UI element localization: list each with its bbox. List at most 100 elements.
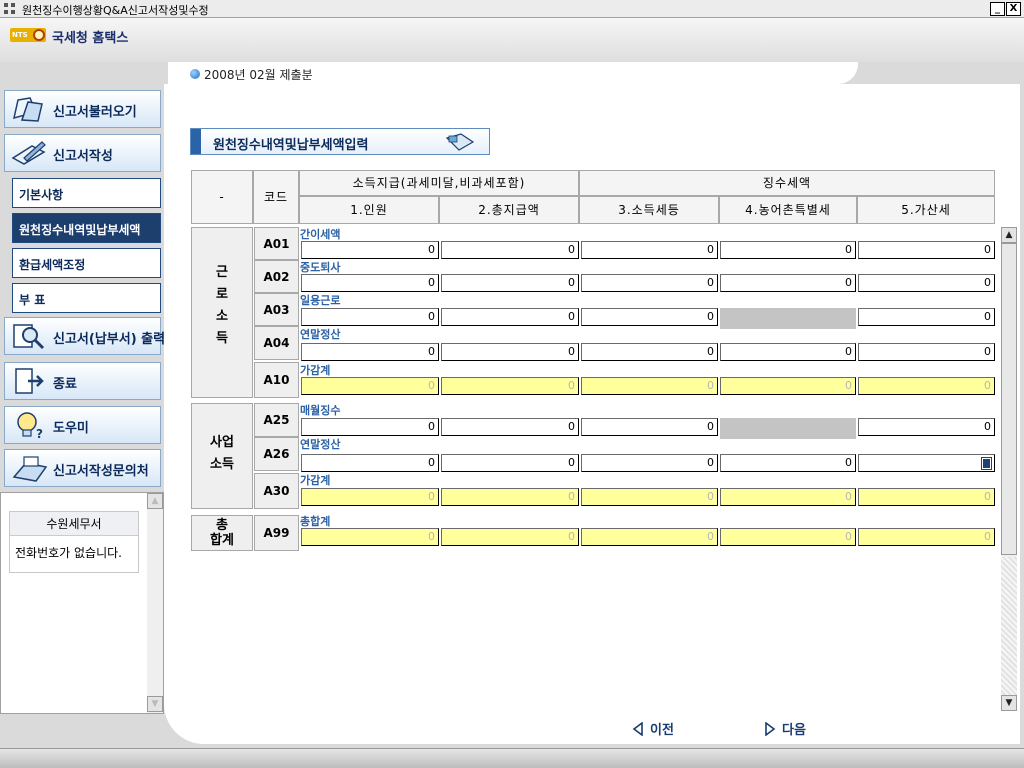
sub-nav-refund[interactable]: 환급세액조정 xyxy=(12,248,161,278)
table-scroll-up-button[interactable]: ▲ xyxy=(1001,227,1017,243)
a30-total-payment-sum: 0 xyxy=(441,488,579,506)
a03-rural-tax-field-disabled xyxy=(720,308,856,329)
code-cell: A03 xyxy=(254,293,299,326)
group-labor-char: 근 xyxy=(216,265,228,280)
a04-penalty-field[interactable]: 0 xyxy=(858,343,995,361)
code-cell: A01 xyxy=(254,227,299,260)
a04-total-payment-field[interactable]: 0 xyxy=(441,343,579,361)
nav-exit-button[interactable]: 종료 xyxy=(4,362,161,400)
a10-income-tax-sum: 0 xyxy=(581,377,718,395)
a25-income-tax-field[interactable]: 0 xyxy=(581,418,718,436)
table-scroll-thumb[interactable] xyxy=(1001,243,1017,555)
a02-headcount-field[interactable]: 0 xyxy=(301,274,439,292)
group-labor-char: 로 xyxy=(216,287,228,302)
code-cell: A10 xyxy=(254,362,299,398)
a02-total-payment-field[interactable]: 0 xyxy=(441,274,579,292)
a04-rural-tax-field[interactable]: 0 xyxy=(720,343,856,361)
a01-rural-tax-field[interactable]: 0 xyxy=(720,241,856,259)
row-label: 연말정산 xyxy=(300,328,341,341)
row-label: 가감계 xyxy=(300,364,331,377)
pen-write-icon xyxy=(11,141,46,165)
app-header: NTS 국세청 홈택스 xyxy=(0,18,1024,62)
group-business-line2: 소득 xyxy=(210,457,234,472)
section-title-bar xyxy=(191,129,201,154)
a01-penalty-field[interactable]: 0 xyxy=(858,241,995,259)
nav-contact-button[interactable]: 신고서작성문의처 xyxy=(4,449,161,487)
a30-income-tax-sum: 0 xyxy=(581,488,718,506)
a03-total-payment-field[interactable]: 0 xyxy=(441,308,579,326)
sub-nav-basic[interactable]: 기본사항 xyxy=(12,178,161,208)
table-scroll-down-button[interactable]: ▼ xyxy=(1001,695,1017,711)
close-button[interactable]: X xyxy=(1006,2,1021,16)
tax-office-panel: 수원세무서 전화번호가 없습니다. ▲ ▼ xyxy=(0,492,164,714)
a02-penalty-field[interactable]: 0 xyxy=(858,274,995,292)
nav-load-button[interactable]: 신고서불러오기 xyxy=(4,90,161,128)
a02-rural-tax-field[interactable]: 0 xyxy=(720,274,856,292)
a01-income-tax-field[interactable]: 0 xyxy=(581,241,718,259)
a10-rural-tax-sum: 0 xyxy=(720,377,856,395)
a03-penalty-field[interactable]: 0 xyxy=(858,308,995,326)
a99-income-tax-total: 0 xyxy=(581,528,718,546)
period-text: 2008년 02월 제출분 xyxy=(204,68,313,82)
minimize-button[interactable]: _ xyxy=(990,2,1005,16)
a01-total-payment-field[interactable]: 0 xyxy=(441,241,579,259)
folder-open-icon xyxy=(12,97,43,122)
magnifier-print-icon xyxy=(13,324,45,350)
sub-nav-withholding[interactable]: 원천징수내역및납부세액 xyxy=(12,213,161,243)
header-income: 소득지급(과세미달,비과세포함) xyxy=(299,170,579,196)
a02-income-tax-field[interactable]: 0 xyxy=(581,274,718,292)
nav-help-button[interactable]: ? 도우미 xyxy=(4,406,161,444)
header-col3: 3.소득세등 xyxy=(579,196,719,224)
nav-write-button[interactable]: 신고서작성 xyxy=(4,134,161,172)
a25-headcount-field[interactable]: 0 xyxy=(301,418,439,436)
window-title: 원천징수이행상황Q&A신고서작성및수정 xyxy=(22,4,209,17)
a25-penalty-field[interactable]: 0 xyxy=(858,418,995,436)
header-dash: - xyxy=(191,170,253,224)
header-col2: 2.총지급액 xyxy=(439,196,579,224)
sub-nav-attachment[interactable]: 부 표 xyxy=(12,283,161,313)
table-scrollbar[interactable]: ▲ ▼ xyxy=(1001,227,1017,711)
nav-print-button[interactable]: 신고서(납부서) 출력 xyxy=(4,317,165,355)
a26-headcount-field[interactable]: 0 xyxy=(301,454,439,472)
nav-help-label: 도우미 xyxy=(53,421,89,436)
nts-logo: NTS xyxy=(10,28,46,42)
group-total-line1: 총 xyxy=(216,518,228,533)
period-bar: 2008년 02월 제출분 xyxy=(168,62,858,84)
a03-headcount-field[interactable]: 0 xyxy=(301,308,439,326)
a03-income-tax-field[interactable]: 0 xyxy=(581,308,718,326)
a30-headcount-sum: 0 xyxy=(301,488,439,506)
row-label: 연말정산 xyxy=(300,438,341,451)
nav-write-label: 신고서작성 xyxy=(53,149,113,164)
prev-arrow-icon xyxy=(632,722,643,736)
a99-headcount-total: 0 xyxy=(301,528,439,546)
a25-rural-tax-field-disabled xyxy=(720,418,856,439)
a26-penalty-field-focused[interactable] xyxy=(858,454,995,472)
code-cell: A02 xyxy=(254,260,299,293)
prev-button[interactable]: 이전 xyxy=(632,719,674,741)
tax-office-card: 수원세무서 전화번호가 없습니다. xyxy=(9,511,139,573)
table-scroll-track[interactable] xyxy=(1001,557,1017,695)
next-label: 다음 xyxy=(782,723,806,738)
window-title-bar: 원천징수이행상황Q&A신고서작성및수정 _ X xyxy=(0,0,1024,18)
a10-total-payment-sum: 0 xyxy=(441,377,579,395)
sub-nav-attachment-label: 부 표 xyxy=(19,293,46,307)
a25-total-payment-field[interactable]: 0 xyxy=(441,418,579,436)
office-scrollbar[interactable]: ▲ ▼ xyxy=(147,493,163,713)
a01-headcount-field[interactable]: 0 xyxy=(301,241,439,259)
group-labor-char: 소 xyxy=(216,309,228,324)
a26-rural-tax-field[interactable]: 0 xyxy=(720,454,856,472)
row-label: 총합계 xyxy=(300,515,331,528)
a30-rural-tax-sum: 0 xyxy=(720,488,856,506)
a04-income-tax-field[interactable]: 0 xyxy=(581,343,718,361)
a04-headcount-field[interactable]: 0 xyxy=(301,343,439,361)
nav-contact-label: 신고서작성문의처 xyxy=(53,464,149,479)
next-button[interactable]: 다음 xyxy=(764,719,806,741)
row-label: 간이세액 xyxy=(300,228,341,241)
row-label: 중도퇴사 xyxy=(300,261,341,274)
code-cell: A26 xyxy=(254,437,299,471)
office-scroll-up-button[interactable]: ▲ xyxy=(147,493,163,509)
section-title-text: 원천징수내역및납부세액입력 xyxy=(213,138,369,153)
a26-total-payment-field[interactable]: 0 xyxy=(441,454,579,472)
a26-income-tax-field[interactable]: 0 xyxy=(581,454,718,472)
office-scroll-down-button[interactable]: ▼ xyxy=(147,696,163,712)
